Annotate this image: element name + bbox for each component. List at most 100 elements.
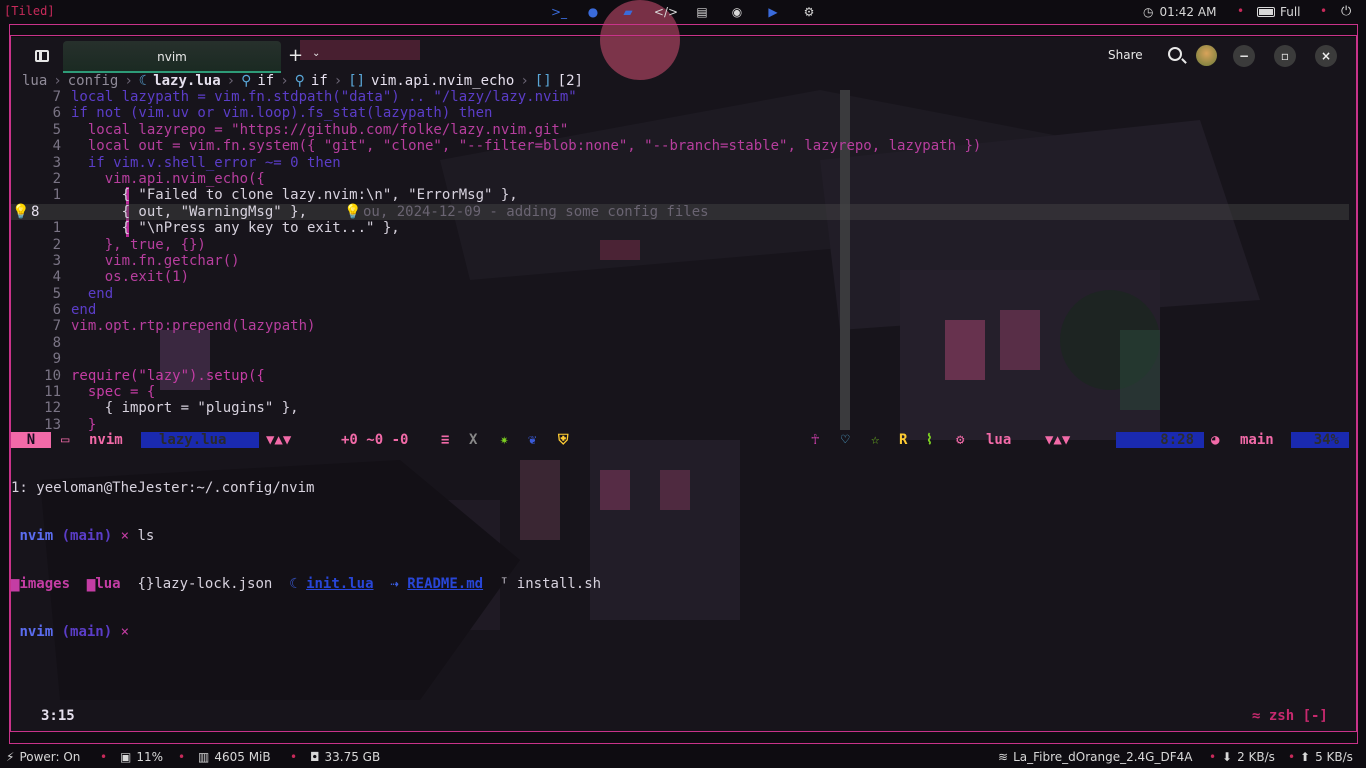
code-line[interactable]: local out = vim.fn.system({ "git", "clon… — [71, 138, 981, 154]
ls-entry-file[interactable]: README.md — [407, 576, 483, 592]
lightbulb-icon[interactable]: 💡 — [12, 204, 29, 220]
heart-icon: ♡ — [841, 432, 850, 448]
code-line[interactable]: local lazyrepo = "https://github.com/fol… — [71, 122, 568, 138]
array-icon: [] — [534, 73, 552, 89]
cpu-usage[interactable]: ▣ 11% — [120, 750, 163, 764]
search-icon[interactable] — [1168, 47, 1182, 61]
power-label: Power: On — [19, 750, 81, 764]
command-text: ls — [137, 528, 155, 544]
code-line[interactable]: end — [71, 302, 96, 318]
avatar[interactable] — [1196, 45, 1217, 66]
separator-dot: • — [1209, 750, 1217, 764]
browser-icon[interactable]: ● — [585, 4, 601, 20]
code-line[interactable]: spec = { — [71, 384, 155, 400]
breadcrumb-item[interactable]: vim.api.nvim_echo — [371, 73, 514, 89]
line-number: 10 — [44, 367, 61, 384]
sidebar-toggle-icon[interactable] — [35, 50, 49, 62]
battery-indicator[interactable]: Full — [1257, 5, 1301, 19]
prompt-dir: nvim — [19, 528, 54, 544]
separator-dot: • — [100, 750, 108, 764]
tmux-window-indicator[interactable]: ≈ zsh [-] — [1252, 708, 1328, 724]
terminal-icon[interactable]: >_ — [551, 4, 567, 20]
line-number: 13 — [44, 416, 61, 433]
new-tab-button[interactable]: + — [288, 45, 303, 66]
chat-icon[interactable]: ◉ — [729, 4, 745, 20]
line-number: 1 — [52, 187, 61, 204]
download-icon: ⬇ — [1222, 750, 1233, 764]
cursor-position: 8:28 — [1116, 432, 1204, 448]
clock[interactable]: ◷ 01:42 AM — [1143, 5, 1216, 19]
terminal-pane[interactable]: 1: yeeloman@TheJester:~/.config/nvim nvi… — [11, 448, 1349, 656]
ls-entry-dir[interactable]: images — [19, 576, 70, 592]
git-blame-text: ou, 2024-12-09 - adding some config file… — [363, 203, 709, 220]
close-button[interactable]: × — [1315, 45, 1337, 67]
ls-entry-file[interactable]: lazy-lock.json — [154, 576, 272, 592]
wifi-status[interactable]: ≋ La_Fibre_dOrange_2.4G_DF4A — [998, 750, 1192, 764]
code-line[interactable]: local lazypath = vim.fn.stdpath("data") … — [71, 89, 577, 105]
code-line[interactable]: end — [71, 286, 113, 302]
filename-segment: lazy.lua — [141, 432, 259, 448]
code-editor[interactable]: 7 local lazypath = vim.fn.stdpath("data")… — [11, 89, 1349, 433]
breadcrumb-item[interactable]: if — [311, 73, 328, 89]
line-number: 3 — [52, 154, 61, 171]
rust-icon: R — [899, 432, 908, 448]
top-bar: [Tiled] >_ ● ▰ </> ▤ ◉ ▶ ⚙ ◷ 01:42 AM • F… — [0, 0, 1366, 25]
youtube-icon[interactable]: ▶ — [765, 4, 781, 20]
json-icon: {} — [137, 576, 155, 592]
code-line[interactable]: vim.api.nvim_echo({ — [71, 171, 265, 187]
download-speed[interactable]: ⬇ 2 KB/s — [1222, 750, 1275, 764]
code-line[interactable]: { "\nPress any key to exit..." }, — [71, 220, 400, 236]
clock-time: 01:42 AM — [1159, 5, 1217, 19]
git-branch: main — [1240, 432, 1274, 448]
code-line[interactable]: vim.fn.getchar() — [71, 253, 240, 269]
ls-entry-dir[interactable]: lua — [95, 576, 120, 592]
memory-label: 4605 MiB — [214, 750, 271, 764]
ls-entry-file[interactable]: init.lua — [306, 576, 373, 592]
book-icon[interactable]: ▤ — [694, 4, 710, 20]
breadcrumb-item[interactable]: lazy.lua — [153, 73, 220, 89]
current-line[interactable]: 💡 8 { out, "WarningMsg" }, 💡 ou, 2024-12-09… — [11, 203, 1349, 221]
code-line[interactable]: if vim.v.shell_error ~= 0 then — [71, 155, 341, 171]
power-status[interactable]: ⚡ Power: On — [6, 750, 80, 764]
line-number: 4 — [52, 269, 61, 286]
breadcrumb-item[interactable]: [2] — [558, 73, 583, 89]
tab-nvim[interactable]: nvim — [63, 41, 281, 73]
folder-icon[interactable]: ▰ — [620, 4, 636, 20]
code-line[interactable]: require("lazy").setup({ — [71, 368, 265, 384]
brace-icon: ⌇ — [926, 432, 933, 448]
breadcrumb-item[interactable]: config — [68, 73, 119, 89]
upload-label: 5 KB/s — [1315, 750, 1353, 764]
code-line[interactable]: { out, "WarningMsg" }, — [71, 204, 307, 220]
breadcrumb-item[interactable]: lua — [22, 73, 47, 89]
code-line[interactable]: if not (vim.uv or vim.loop).fs_stat(lazy… — [71, 105, 492, 121]
code-line[interactable]: } — [71, 417, 96, 433]
code-line[interactable]: os.exit(1) — [71, 269, 189, 285]
separator-dot: • — [1237, 4, 1245, 18]
upload-speed[interactable]: ⬆ 5 KB/s — [1300, 750, 1353, 764]
layout-mode-indicator[interactable]: [Tiled] — [4, 4, 55, 18]
code-line[interactable]: { "Failed to clone lazy.nvim:\n", "Error… — [71, 187, 518, 203]
gear-icon[interactable]: ⚙ — [801, 4, 817, 20]
line-number: 6 — [52, 302, 61, 319]
ls-entry-file[interactable]: install.sh — [517, 576, 601, 592]
code-line[interactable]: { import = "plugins" }, — [71, 400, 299, 416]
github-icon: ◕ — [1211, 432, 1220, 448]
line-number: 8 — [52, 334, 61, 351]
code-line[interactable]: vim.opt.rtp:prepend(lazypath) — [71, 318, 315, 334]
separator-icon: ▼▲▼ — [1045, 432, 1071, 448]
sparkle-icon: ✷ — [500, 432, 509, 448]
memory-usage[interactable]: ▥ 4605 MiB — [198, 750, 271, 764]
disk-usage[interactable]: ◘ 33.75 GB — [310, 750, 380, 764]
line-number: 2 — [52, 170, 61, 187]
breadcrumb-item[interactable]: if — [257, 73, 274, 89]
minimize-button[interactable]: − — [1233, 45, 1255, 67]
branch-icon: ⚲ — [241, 73, 252, 89]
line-number: 2 — [52, 236, 61, 253]
share-button[interactable]: Share — [1108, 48, 1143, 62]
plug-icon: ⚡ — [6, 750, 15, 764]
maximize-button[interactable]: ▫ — [1274, 45, 1296, 67]
power-icon[interactable]: ⏻ — [1341, 4, 1351, 19]
code-line[interactable]: }, true, {}) — [71, 237, 206, 253]
code-icon[interactable]: </> — [654, 4, 678, 20]
chevron-down-icon[interactable]: ⌄ — [312, 48, 320, 59]
